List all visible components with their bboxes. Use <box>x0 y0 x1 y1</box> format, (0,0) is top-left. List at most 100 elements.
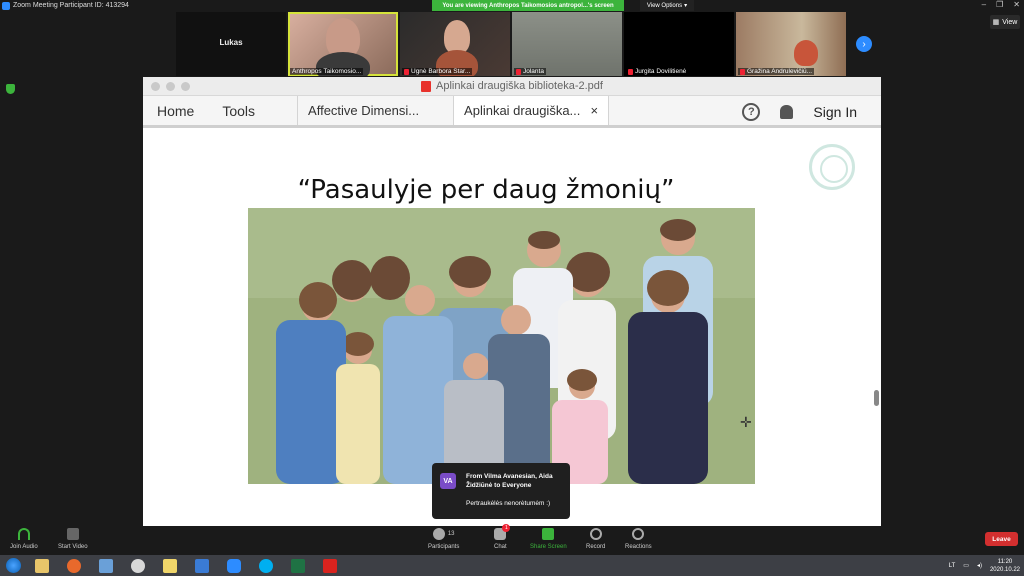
crosshair-cursor-icon: ✛ <box>740 414 752 430</box>
windows-start-icon[interactable] <box>0 555 26 576</box>
taskbar-app[interactable] <box>154 555 186 576</box>
tools-menu[interactable]: Tools <box>208 96 297 125</box>
taskbar-excel[interactable] <box>282 555 314 576</box>
windows-orb-icon <box>5 558 21 573</box>
sign-in-button[interactable]: Sign In <box>813 104 857 120</box>
participant-name: Jurgita Dovilitienė <box>635 68 687 75</box>
pdf-toolbar: Home Tools Affective Dimensi... Aplinkai… <box>143 96 881 128</box>
window-controls: – ❐ ✕ <box>982 0 1020 9</box>
chat-message: Pertraukėlės nenorėtumėm :) <box>466 500 551 507</box>
participant-name-label: Ugnė Barbora Star... <box>402 68 473 75</box>
viewing-banner: You are viewing Anthropos Taikomosios an… <box>432 0 624 11</box>
restore-icon[interactable]: ❐ <box>996 0 1003 9</box>
participant-tile[interactable]: Gražina Andrulevičiū... <box>736 12 846 76</box>
acrobat-icon <box>323 558 337 573</box>
grid-icon: ▦ <box>992 19 1000 26</box>
zoom-dot[interactable] <box>181 82 190 91</box>
shield-icon[interactable] <box>6 84 15 94</box>
start-video-button[interactable]: Start Video <box>58 528 88 550</box>
reactions-button[interactable]: Reactions <box>625 528 652 550</box>
windows-taskbar: LT ▭ ◂) 11:20 2020.10.22 <box>0 555 1024 576</box>
taskbar-acrobat[interactable] <box>314 555 346 576</box>
tab-affective[interactable]: Affective Dimensi... <box>297 96 453 125</box>
tab-aplinkai[interactable]: Aplinkai draugiška... × <box>453 96 610 125</box>
tab-label: Affective Dimensi... <box>308 103 420 118</box>
mic-muted-icon <box>516 68 521 75</box>
system-tray: LT ▭ ◂) 11:20 2020.10.22 <box>949 555 1024 576</box>
join-audio-label: Join Audio <box>10 544 38 550</box>
participants-count: 13 <box>447 531 455 537</box>
app-icon <box>99 558 113 573</box>
participant-name: Jolanta <box>523 68 544 75</box>
participant-name: Ugnė Barbora Star... <box>411 68 471 75</box>
window-title: Zoom Meeting Participant ID: 413294 <box>13 2 129 9</box>
language-indicator[interactable]: LT <box>949 563 956 569</box>
excel-icon <box>291 558 305 573</box>
participant-name-label: Gražina Andrulevičiū... <box>738 68 815 75</box>
smiley-icon <box>632 528 645 540</box>
tab-label: Aplinkai draugiška... <box>464 103 581 118</box>
volume-icon[interactable]: ◂) <box>977 562 982 569</box>
pdf-window-title: Aplinkai draugiška biblioteka-2.pdf <box>436 80 603 92</box>
participant-name-label: Anthropos Taikomosio... <box>290 68 364 75</box>
firefox-icon <box>67 558 81 573</box>
family-photo-illustration <box>248 208 755 484</box>
time: 11:20 <box>997 558 1013 565</box>
mic-muted-icon <box>404 68 409 75</box>
participant-name-label: Jurgita Dovilitienė <box>626 68 689 75</box>
share-screen-label: Share Screen <box>530 544 567 550</box>
participants-button[interactable]: 13 Participants <box>428 528 459 550</box>
participant-name: Lukas <box>219 38 243 47</box>
participant-tile[interactable]: Jolanta <box>512 12 622 76</box>
participants-icon-group: 13 <box>432 528 455 540</box>
taskbar-zoom[interactable] <box>218 555 250 576</box>
folder-icon <box>35 558 49 573</box>
minimize-icon[interactable]: – <box>982 0 986 9</box>
start-video-label: Start Video <box>58 544 88 550</box>
taskbar-firefox[interactable] <box>58 555 90 576</box>
help-icon[interactable]: ? <box>742 103 761 121</box>
share-screen-button[interactable]: Share Screen <box>530 528 567 550</box>
participant-tile[interactable]: Jurgita Dovilitienė <box>624 12 734 76</box>
scrollbar[interactable] <box>874 390 879 406</box>
view-button[interactable]: ▦ View <box>990 15 1020 29</box>
clock[interactable]: 11:20 2020.10.22 <box>990 558 1020 574</box>
participant-tile[interactable]: Anthropos Taikomosio... <box>288 12 398 76</box>
close-dot[interactable] <box>151 82 160 91</box>
chat-notification[interactable]: VA From Vilma Avanesian, Aida Židžiūnė t… <box>432 463 570 519</box>
leave-button[interactable]: Leave <box>985 532 1018 546</box>
meeting-controls: Join Audio Start Video 13 Participants 1… <box>0 524 1024 554</box>
home-menu[interactable]: Home <box>143 96 208 125</box>
minimize-dot[interactable] <box>166 82 175 91</box>
taskbar-app[interactable] <box>186 555 218 576</box>
taskbar-skype[interactable] <box>250 555 282 576</box>
share-screen-icon <box>542 528 555 540</box>
headphones-icon <box>17 528 30 540</box>
arrow-right-icon[interactable]: › <box>856 36 872 52</box>
view-options-button[interactable]: View Options ▾ <box>640 0 694 11</box>
chat-label: Chat <box>494 544 507 550</box>
taskbar-app[interactable] <box>122 555 154 576</box>
zoom-meeting-window: Zoom Meeting Participant ID: 413294 – ❐ … <box>0 0 1024 576</box>
date: 2020.10.22 <box>989 566 1020 573</box>
chat-button[interactable]: 1 Chat <box>494 524 511 550</box>
close-icon[interactable]: × <box>590 103 598 118</box>
join-audio-button[interactable]: Join Audio <box>10 528 38 550</box>
participant-strip: Lukas Anthropos Taikomosio... Ugnė Barbo… <box>176 12 848 76</box>
participant-name: Gražina Andrulevičiū... <box>747 68 813 75</box>
network-icon[interactable]: ▭ <box>963 562 969 569</box>
participant-tile[interactable]: Lukas <box>176 12 286 76</box>
bell-icon[interactable] <box>780 105 794 119</box>
camera-icon <box>195 558 209 573</box>
participant-tile[interactable]: Ugnė Barbora Star... <box>400 12 510 76</box>
close-icon[interactable]: ✕ <box>1013 0 1020 9</box>
taskbar-app[interactable] <box>90 555 122 576</box>
taskbar-explorer[interactable] <box>26 555 58 576</box>
record-button[interactable]: Record <box>586 528 605 550</box>
participant-video <box>794 40 818 66</box>
mic-muted-icon <box>740 68 745 75</box>
chevron-down-icon: ▾ <box>684 3 688 9</box>
pdf-titlebar: Aplinkai draugiška biblioteka-2.pdf <box>143 77 881 96</box>
zoom-icon <box>2 1 10 10</box>
video-off-icon <box>66 528 79 540</box>
